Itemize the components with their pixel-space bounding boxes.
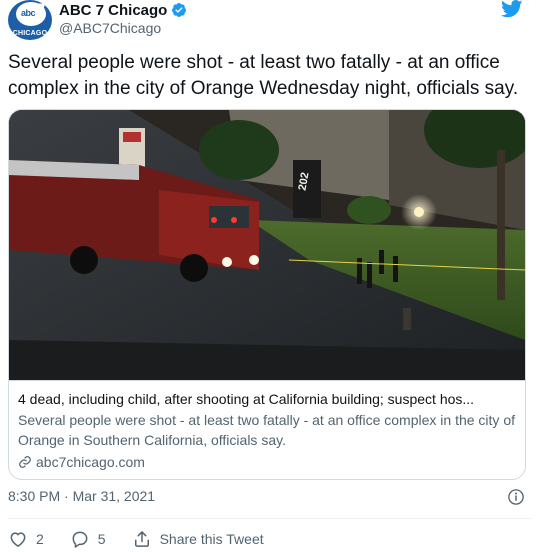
avatar-city-text: CHICAGO	[12, 30, 48, 37]
card-link-row[interactable]: abc7chicago.com	[18, 452, 516, 472]
divider	[8, 518, 531, 519]
twitter-bird-icon[interactable]	[501, 0, 523, 18]
card-body[interactable]: 4 dead, including child, after shooting …	[9, 380, 525, 479]
card-title[interactable]: 4 dead, including child, after shooting …	[18, 390, 516, 409]
link-card[interactable]: 202 4 dead, including child, after shoot…	[8, 109, 526, 480]
news-scene-image: 202	[9, 110, 525, 380]
avatar[interactable]: abc 7 CHICAGO	[8, 0, 52, 40]
info-icon[interactable]	[507, 488, 525, 506]
like-count: 2	[36, 531, 44, 547]
action-bar: 2 5 Share this Tweet	[8, 528, 290, 550]
avatar-seven-text: 7	[31, 1, 47, 26]
account-handle[interactable]: @ABC7Chicago	[59, 20, 161, 36]
like-button[interactable]: 2	[8, 529, 44, 549]
card-image[interactable]: 202	[9, 110, 525, 380]
reply-count: 5	[97, 531, 106, 547]
comment-icon	[72, 531, 88, 548]
tweet-header: abc 7 CHICAGO ABC 7 Chicago @ABC7Chicago	[8, 0, 531, 44]
heart-icon	[10, 532, 26, 547]
tweet-timestamp[interactable]: 8:30 PM · Mar 31, 2021	[8, 488, 155, 504]
display-name[interactable]: ABC 7 Chicago	[59, 2, 167, 19]
card-domain[interactable]: abc7chicago.com	[36, 452, 145, 472]
person-silhouette	[357, 258, 362, 284]
card-description: Several people were shot - at least two …	[18, 412, 515, 448]
reply-button[interactable]: 5	[70, 529, 106, 549]
tweet-text: Several people were shot - at least two …	[8, 52, 519, 99]
share-button[interactable]: Share this Tweet	[132, 529, 264, 549]
share-label: Share this Tweet	[159, 531, 264, 547]
verified-badge-icon	[172, 3, 187, 17]
share-icon	[134, 531, 149, 547]
link-icon	[19, 456, 31, 468]
name-row: ABC 7 Chicago	[59, 0, 187, 20]
